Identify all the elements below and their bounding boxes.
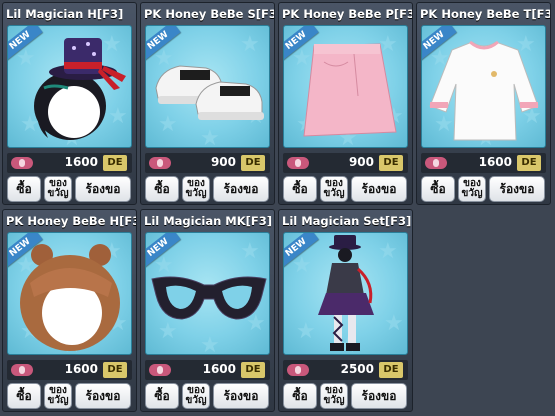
item-preview[interactable]: ★★★★★ NEW: [7, 232, 132, 355]
item-card[interactable]: PK Honey BeBe S[F3] ★★★★★ NEW 900 DE ซื้…: [140, 2, 275, 205]
item-price: 900: [348, 155, 374, 169]
item-preview[interactable]: ★★★★★ NEW: [145, 25, 270, 148]
item-grid: Lil Magician H[F3] ★★★★★ NEW 1600 DE ซื้…: [2, 2, 551, 412]
request-button[interactable]: ร้องขอ: [213, 383, 269, 409]
action-buttons: ซื้อ ของขวัญ ร้องขอ: [7, 383, 134, 409]
gift-button[interactable]: ของขวัญ: [320, 176, 348, 202]
price-row: 1600 DE: [145, 360, 270, 380]
currency-icon: [11, 157, 33, 169]
currency-label: DE: [241, 362, 265, 378]
action-buttons: ซื้อ ของขวัญ ร้องขอ: [145, 383, 272, 409]
item-card[interactable]: PK Honey BeBe H[F3] ★★★★★ NEW 1600 DE ซื…: [2, 209, 137, 412]
request-button[interactable]: ร้องขอ: [489, 176, 545, 202]
currency-icon: [149, 364, 171, 376]
buy-button[interactable]: ซื้อ: [283, 176, 317, 202]
item-card[interactable]: Lil Magician MK[F3] ★ ★ ★ ★ ★ NEW 1600 DE ซื…: [140, 209, 275, 412]
request-button[interactable]: ร้องขอ: [75, 176, 131, 202]
currency-icon: [287, 364, 309, 376]
item-card[interactable]: PK Honey BeBe T[F3] ★★★★★ NEW 1600 DE ซื…: [416, 2, 551, 205]
item-preview[interactable]: ★★★★★ NEW: [145, 232, 270, 355]
currency-icon: [149, 157, 171, 169]
item-preview[interactable]: ★★★★★ NEW: [283, 25, 408, 148]
gift-button[interactable]: ของขวัญ: [182, 383, 210, 409]
item-price: 2500: [340, 362, 374, 376]
item-price: 1600: [64, 362, 98, 376]
buy-button[interactable]: ซื้อ: [421, 176, 455, 202]
action-buttons: ซื้อ ของขวัญ ร้องขอ: [7, 176, 134, 202]
item-card[interactable]: Lil Magician H[F3] ★★★★★ NEW 1600 DE ซื้…: [2, 2, 137, 205]
currency-label: DE: [379, 155, 403, 171]
request-button[interactable]: ร้องขอ: [213, 176, 269, 202]
buy-button[interactable]: ซื้อ: [145, 383, 179, 409]
item-preview[interactable]: ★★★★★ NEW: [7, 25, 132, 148]
currency-icon: [425, 157, 447, 169]
gift-button[interactable]: ของขวัญ: [44, 383, 72, 409]
item-price: 900: [210, 155, 236, 169]
action-buttons: ซื้อ ของขวัญ ร้องขอ: [421, 176, 548, 202]
price-row: 1600 DE: [421, 153, 546, 173]
currency-label: DE: [103, 155, 127, 171]
item-card[interactable]: PK Honey BeBe P[F3] ★★★★★ NEW 900 DE ซื้…: [278, 2, 413, 205]
item-price: 1600: [64, 155, 98, 169]
item-price: 1600: [202, 362, 236, 376]
gift-button[interactable]: ของขวัญ: [320, 383, 348, 409]
currency-icon: [287, 157, 309, 169]
item-name: Lil Magician H[F3]: [6, 7, 124, 21]
item-name: PK Honey BeBe S[F3]: [144, 7, 274, 21]
price-row: 900 DE: [145, 153, 270, 173]
action-buttons: ซื้อ ของขวัญ ร้องขอ: [145, 176, 272, 202]
action-buttons: ซื้อ ของขวัญ ร้องขอ: [283, 383, 410, 409]
currency-label: DE: [517, 155, 541, 171]
price-row: 1600 DE: [7, 360, 132, 380]
buy-button[interactable]: ซื้อ: [7, 176, 41, 202]
gift-button[interactable]: ของขวัญ: [44, 176, 72, 202]
item-name: PK Honey BeBe T[F3]: [420, 7, 550, 21]
currency-label: DE: [241, 155, 265, 171]
item-price: 1600: [478, 155, 512, 169]
item-name: Lil Magician Set[F3]: [282, 214, 412, 228]
buy-button[interactable]: ซื้อ: [7, 383, 41, 409]
price-row: 1600 DE: [7, 153, 132, 173]
request-button[interactable]: ร้องขอ: [351, 383, 407, 409]
currency-icon: [11, 364, 33, 376]
item-name: PK Honey BeBe H[F3]: [6, 214, 136, 228]
buy-button[interactable]: ซื้อ: [145, 176, 179, 202]
action-buttons: ซื้อ ของขวัญ ร้องขอ: [283, 176, 410, 202]
buy-button[interactable]: ซื้อ: [283, 383, 317, 409]
currency-label: DE: [379, 362, 403, 378]
price-row: 900 DE: [283, 153, 408, 173]
gift-button[interactable]: ของขวัญ: [182, 176, 210, 202]
item-preview[interactable]: ★★★★★ NEW: [421, 25, 546, 148]
request-button[interactable]: ร้องขอ: [75, 383, 131, 409]
item-name: PK Honey BeBe P[F3]: [282, 7, 412, 21]
request-button[interactable]: ร้องขอ: [351, 176, 407, 202]
item-card[interactable]: Lil Magician Set[F3] ★★★★★ NEW 2500 DE ซ…: [278, 209, 413, 412]
item-preview[interactable]: ★★★★★ NEW: [283, 232, 408, 355]
item-name: Lil Magician MK[F3]: [144, 214, 273, 228]
price-row: 2500 DE: [283, 360, 408, 380]
currency-label: DE: [103, 362, 127, 378]
gift-button[interactable]: ของขวัญ: [458, 176, 486, 202]
